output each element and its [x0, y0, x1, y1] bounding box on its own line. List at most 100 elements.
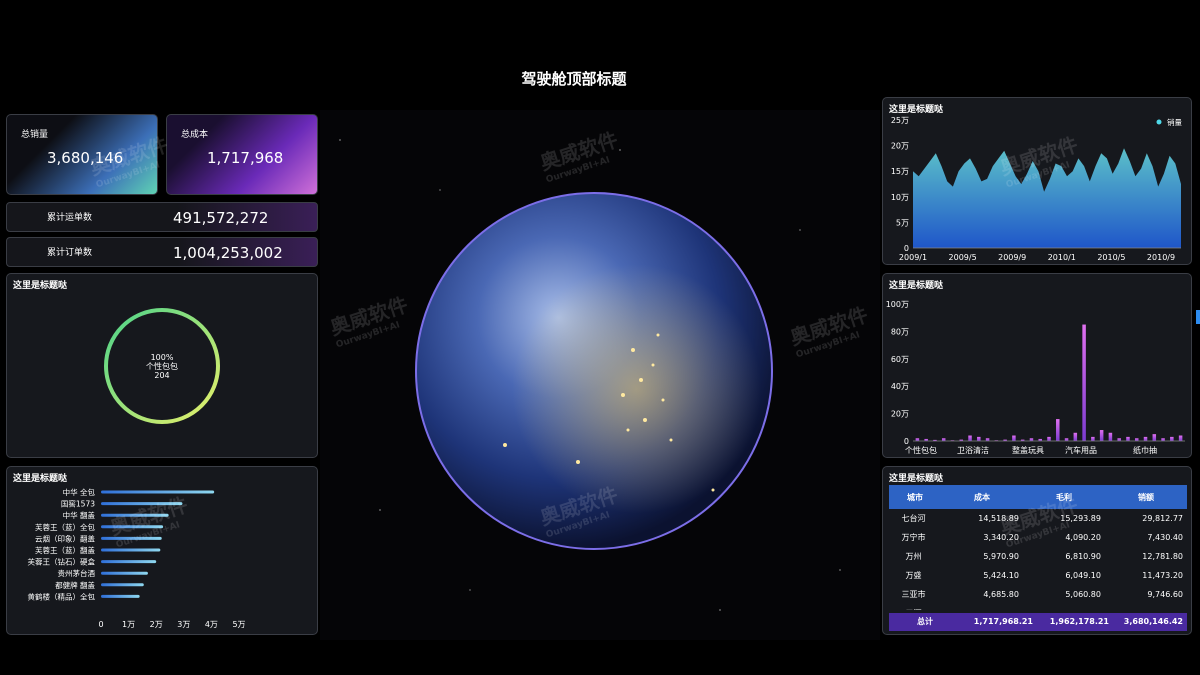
vbar-x-tick: 个性包包: [905, 445, 937, 455]
area-y-tick: 15万: [891, 167, 909, 176]
table-total-row: 总计 1,717,968.21 1,962,178.21 3,680,146.4…: [889, 613, 1187, 631]
legend-dot-icon: [1156, 119, 1162, 125]
hbar-category-label: 黄鹤楼（精品）全包: [28, 591, 96, 601]
vbar-x-tick: 汽车用品: [1065, 445, 1097, 455]
table-cell: 三河: [889, 604, 941, 610]
vbar-bar[interactable]: [1056, 419, 1060, 441]
table-row[interactable]: 三河3,882.354,742.358,624.70: [889, 604, 1187, 610]
table-row[interactable]: 三亚市 4,685.80 5,060.80 9,746.60: [889, 585, 1187, 604]
shipments-value: 491,572,272: [173, 209, 269, 227]
vbar-y-tick: 40万: [891, 382, 909, 391]
table-title: 这里是标题哒: [889, 474, 944, 484]
area-y-tick: 10万: [891, 193, 909, 202]
vbar-bar[interactable]: [1134, 438, 1139, 441]
hbar-bar[interactable]: [101, 490, 215, 494]
total-cost: 1,717,968.21: [973, 617, 1033, 626]
vbar-bar[interactable]: [1143, 436, 1148, 441]
hbar-x-tick: 3万: [177, 620, 190, 629]
total-label: 总计: [917, 617, 933, 626]
hbar-x-tick: 1万: [122, 620, 135, 629]
vbar-bar[interactable]: [1099, 430, 1104, 441]
hbar-chart-panel: 这里是标题哒 中华 全包国窖1573 中华 翻盖芙蓉王（蓝）全包 云烟（印象）翻盖芙…: [6, 466, 318, 635]
vbar-bar[interactable]: [1108, 432, 1113, 441]
vbar-bar[interactable]: [1091, 436, 1095, 441]
vbar-bar[interactable]: [968, 435, 972, 441]
orders-card: 累计订单数 1,004,253,002: [6, 237, 318, 267]
vbar-bar[interactable]: [1126, 436, 1130, 441]
table-row[interactable]: 万州 5,970.90 6,810.90 12,781.80: [889, 547, 1187, 566]
table-cell: 8,624.70: [1105, 604, 1187, 610]
area-x-tick: 2009/9: [998, 253, 1026, 262]
vbar-y-tick: 60万: [891, 355, 909, 364]
hbar-category-label: 中华 全包: [63, 487, 96, 497]
vbar-bar[interactable]: [1161, 438, 1165, 441]
area-chart: 0 5万 10万 15万 20万 25万 2009/1 2009/5 2009/9 2010/1 2…: [891, 116, 1183, 262]
ring-chart: 100% 个性包包 204: [104, 308, 220, 424]
table-header-cell[interactable]: 销额: [1104, 485, 1187, 509]
table-header-cell[interactable]: 城市: [889, 485, 941, 509]
vbar-bar[interactable]: [1047, 436, 1051, 441]
hbar-bar[interactable]: [101, 548, 161, 552]
vbar-bar[interactable]: [1012, 435, 1016, 441]
hbar-category-label: 国窖1573: [61, 499, 95, 509]
ring-chart-title: 这里是标题哒: [13, 281, 68, 291]
hbar-category-label: 芙蓉王（钻石）硬盒: [28, 557, 96, 567]
hbar-category-label: 都健牌 翻盖: [55, 580, 95, 590]
hbar-category-label: 芙蓉王（蓝）翻盖: [35, 545, 95, 555]
hbar-category-label: 云烟（印象）翻盖: [35, 533, 95, 543]
table-cell: 万州: [905, 552, 922, 561]
table-header-cell[interactable]: 成本: [941, 485, 1023, 509]
vbar-y-tick: 100万: [886, 300, 909, 309]
hbar-bar[interactable]: [101, 560, 157, 564]
shipments-card: 累计运单数 491,572,272: [6, 202, 318, 232]
area-x-tick: 2010/9: [1147, 253, 1175, 262]
vbar-bar[interactable]: [1029, 438, 1034, 441]
table-cell: 4,685.80: [983, 590, 1019, 599]
hbar-bar[interactable]: [101, 583, 144, 587]
vbar-bar[interactable]: [941, 438, 946, 441]
table-cell: 5,970.90: [983, 552, 1019, 561]
table-row[interactable]: 万盛 5,424.10 6,049.10 11,473.20: [889, 566, 1187, 585]
table-cell: 6,049.10: [1065, 571, 1101, 580]
hbar-x-tick: 4万: [205, 620, 218, 629]
vbar-y-tick: 20万: [891, 410, 909, 419]
vbar-bar[interactable]: [1117, 438, 1121, 441]
vbar-bar[interactable]: [977, 436, 981, 441]
vbar-bar[interactable]: [1073, 432, 1078, 441]
area-y-tick: 20万: [891, 142, 909, 151]
area-legend-label[interactable]: 销量: [1167, 117, 1183, 127]
hbar-bar[interactable]: [101, 594, 140, 598]
area-y-tick: 25万: [891, 116, 909, 125]
total-cost-value: 1,717,968: [207, 149, 284, 167]
vbar-bar[interactable]: [1064, 438, 1069, 441]
vbar-bar[interactable]: [915, 438, 920, 441]
total-sales: 3,680,146.42: [1123, 617, 1183, 626]
hbar-category-label: 贵州茅台酒: [58, 568, 96, 578]
ring-percent-label: 100%: [151, 353, 174, 362]
table-cell: 29,812.77: [1142, 514, 1183, 523]
vbar-bar[interactable]: [1170, 436, 1174, 441]
area-x-tick: 2010/5: [1097, 253, 1125, 262]
hbar-chart-title: 这里是标题哒: [13, 474, 68, 484]
area-chart-title: 这里是标题哒: [889, 105, 944, 115]
hbar-category-label: 中华 翻盖: [63, 510, 96, 520]
vbar-x-tick: 整盖玩具: [1012, 445, 1044, 455]
shipments-label: 累计运单数: [47, 213, 93, 223]
hbar-chart: 中华 全包国窖1573中华 翻盖芙蓉王（蓝）全包云烟（印象）翻盖芙蓉王（蓝）翻盖…: [28, 487, 246, 629]
vbar-bar[interactable]: [1152, 434, 1157, 441]
vbar-bar[interactable]: [1082, 324, 1086, 441]
vbar-bar[interactable]: [985, 438, 990, 441]
hbar-x-tick: 0: [98, 620, 103, 629]
table-cell: 三亚市: [901, 590, 926, 599]
area-x-tick: 2009/5: [949, 253, 977, 262]
area-x-tick: 2009/1: [899, 253, 927, 262]
area-x-tick: 2010/1: [1048, 253, 1076, 262]
hbar-category-label: 芙蓉王（蓝）全包: [35, 522, 95, 532]
ring-value-label: 204: [154, 371, 169, 380]
side-handle[interactable]: [1196, 310, 1200, 324]
vbar-y-tick: 0: [904, 437, 909, 446]
table-cell: 3,882.35: [941, 604, 1023, 610]
hbar-bar[interactable]: [101, 571, 148, 575]
vbar-bar[interactable]: [1178, 435, 1183, 441]
table-cell: 4,742.35: [1023, 604, 1105, 610]
